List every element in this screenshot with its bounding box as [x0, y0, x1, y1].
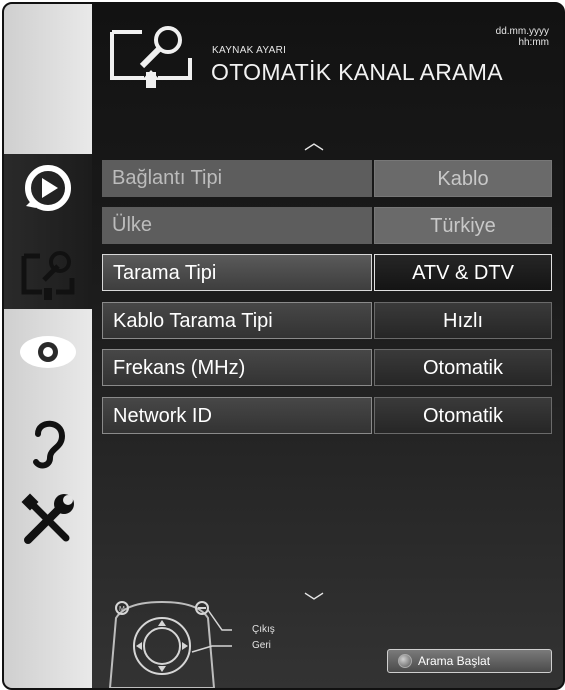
scroll-down-icon[interactable]: ﹀ [304, 586, 324, 615]
green-button-icon [398, 654, 412, 668]
menu-row-label: Kablo Tarama Tipi [102, 302, 372, 339]
date-time: dd.mm.yyyy hh:mm [496, 26, 549, 48]
menu-row-label: Frekans (MHz) [102, 349, 372, 386]
remote-nav-icon: M [102, 594, 232, 688]
menu-row-value[interactable]: Hızlı [374, 302, 552, 339]
start-search-label: Arama Başlat [418, 654, 491, 668]
svg-text:M: M [119, 606, 125, 613]
menu-row-label: Bağlantı Tipi [102, 160, 372, 197]
source-icon[interactable] [16, 156, 80, 220]
menu-row-connection-type: Bağlantı Tipi Kablo [102, 160, 552, 197]
sound-icon[interactable] [16, 410, 80, 474]
menu-row-value[interactable]: Otomatik [374, 397, 552, 434]
menu-row-label: Tarama Tipi [102, 254, 372, 291]
scroll-up-icon[interactable]: ︿ [304, 126, 324, 155]
start-search-button[interactable]: Arama Başlat [387, 649, 552, 673]
menu-row-country: Ülke Türkiye [102, 207, 552, 244]
menu-row-value[interactable]: ATV & DTV [374, 254, 552, 291]
menu-row-value[interactable]: Otomatik [374, 349, 552, 386]
date-text: dd.mm.yyyy [495, 26, 549, 37]
main-panel: KAYNAK AYARI OTOMATİK KANAL ARAMA dd.mm.… [92, 4, 563, 688]
menu-row-cable-scan-type[interactable]: Kablo Tarama Tipi Hızlı [102, 302, 552, 339]
menu-row-value: Türkiye [374, 207, 552, 244]
picture-icon[interactable] [16, 320, 80, 384]
tools-icon[interactable] [16, 488, 80, 552]
tv-menu-screen: KAYNAK AYARI OTOMATİK KANAL ARAMA dd.mm.… [2, 2, 565, 690]
page-title: OTOMATİK KANAL ARAMA [211, 59, 503, 85]
menu-row-value: Kablo [374, 160, 552, 197]
menu-row-scan-type[interactable]: Tarama Tipi ATV & DTV [102, 254, 552, 291]
back-legend: Geri [252, 640, 271, 651]
time-text: hh:mm [518, 37, 549, 48]
menu-subtitle: KAYNAK AYARI [212, 45, 287, 56]
menu-row-label: Ülke [102, 207, 372, 244]
source-settings-icon [106, 22, 196, 92]
exit-legend: Çıkış [252, 624, 275, 635]
tv-settings-icon[interactable] [16, 242, 80, 306]
menu-row-frequency[interactable]: Frekans (MHz) Otomatik [102, 349, 552, 386]
menu-row-label: Network ID [102, 397, 372, 434]
menu-row-network-id[interactable]: Network ID Otomatik [102, 397, 552, 434]
sidebar [4, 4, 92, 688]
